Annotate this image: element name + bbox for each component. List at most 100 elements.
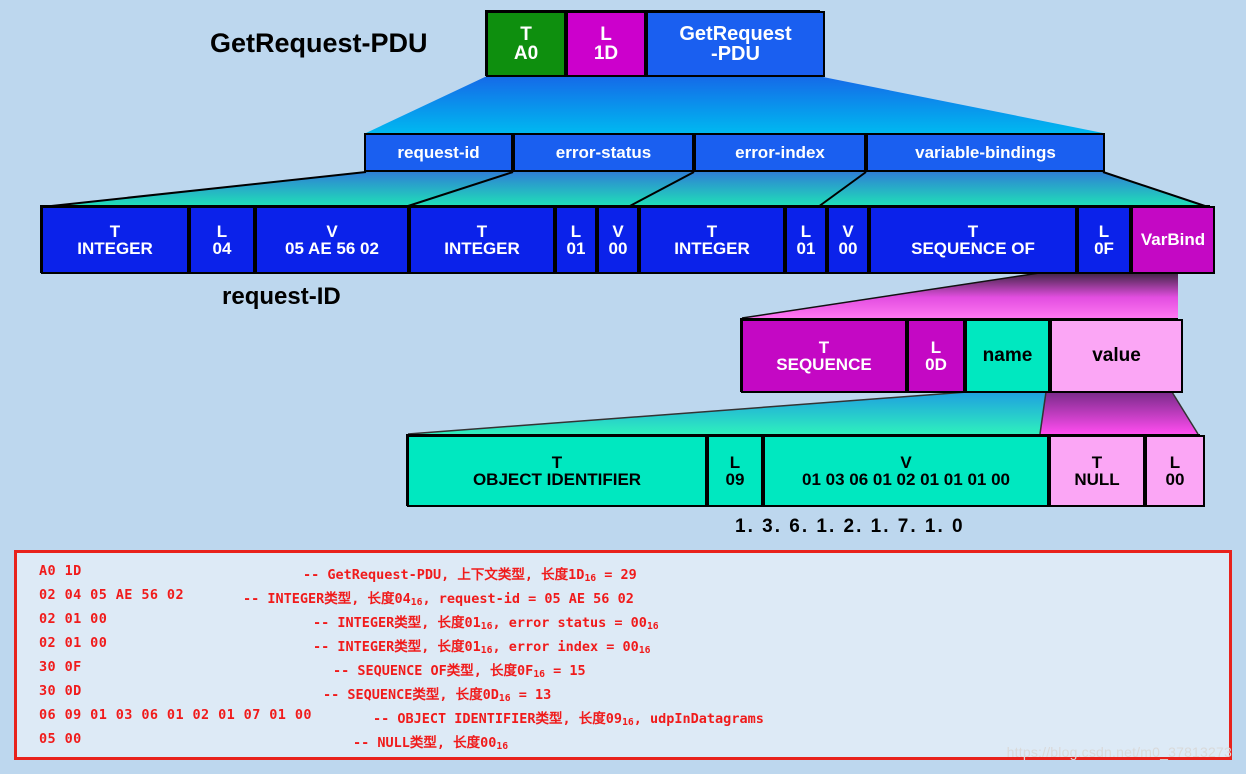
hex-decode-line: 30 0F -- SEQUENCE OF类型, 长度0F16 = 15 <box>17 659 1229 683</box>
cell-errindex-length[interactable]: L 01 <box>785 206 827 274</box>
cell-pdu-length[interactable]: L 1D <box>566 11 646 77</box>
cell-label-bottom: 05 AE 56 02 <box>285 239 379 258</box>
hex-comment: -- SEQUENCE类型, 长度0D16 = 13 <box>323 687 552 705</box>
hex-decode-line: 02 01 00 -- INTEGER类型, 长度0116, error stat… <box>17 611 1229 635</box>
cell-label-bottom: 0D <box>925 355 947 374</box>
cell-label-bottom: 0F <box>1094 239 1114 258</box>
connector-pdu-to-fields <box>366 76 1103 133</box>
diagram-canvas: GetRequest-PDU T A0 L 1D GetRequest -PDU… <box>0 0 1246 774</box>
cell-null-length[interactable]: L 00 <box>1145 435 1205 507</box>
cell-label-top: T <box>476 221 488 241</box>
cell-field-error-index[interactable]: error-index <box>694 133 866 172</box>
cell-varbindings-length[interactable]: L 0F <box>1077 206 1131 274</box>
connector-name-to-oid <box>408 392 1175 434</box>
cell-label-top: L <box>800 221 812 241</box>
cell-label-top: T <box>109 221 121 241</box>
cell-label-bottom: 04 <box>212 239 232 258</box>
cell-label-bottom: INTEGER <box>444 239 520 258</box>
hex-comment: -- INTEGER类型, 长度0116, error status = 001… <box>313 615 659 633</box>
cell-label-top: GetRequest <box>679 22 792 45</box>
cell-field-variable-bindings[interactable]: variable-bindings <box>866 133 1105 172</box>
cell-oid-tag[interactable]: T OBJECT IDENTIFIER <box>407 435 707 507</box>
hex-bytes: 30 0F <box>39 659 82 675</box>
cell-label-bottom: -PDU <box>711 43 760 65</box>
cell-label-bottom: 09 <box>725 470 745 489</box>
hex-bytes: 02 01 00 <box>39 635 108 651</box>
cell-label-bottom: 01 03 06 01 02 01 01 01 00 <box>802 470 1010 489</box>
connector-value-to-null <box>1040 392 1198 434</box>
connector-fields-to-tlv <box>42 172 1208 207</box>
cell-reqid-tag[interactable]: T INTEGER <box>41 206 189 274</box>
hex-comment: -- INTEGER类型, 长度0116, error index = 0016 <box>313 639 651 657</box>
hex-decode-line: 30 0D -- SEQUENCE类型, 长度0D16 = 13 <box>17 683 1229 707</box>
cell-pdu-tag[interactable]: T A0 <box>486 11 566 77</box>
hex-decode-line: 02 01 00 -- INTEGER类型, 长度0116, error inde… <box>17 635 1229 659</box>
cell-label: request-id <box>397 142 480 162</box>
hex-decode-line: 06 09 01 03 06 01 02 01 07 01 00 -- OBJEC… <box>17 707 1229 731</box>
cell-label-top: L <box>1098 221 1110 241</box>
cell-label-top: L <box>729 452 741 472</box>
hex-decode-line: A0 1D -- GetRequest-PDU, 上下文类型, 长度1D16 = … <box>17 563 1229 587</box>
cell-label-bottom: A0 <box>513 43 539 64</box>
cell-label-top: V <box>326 221 338 241</box>
hex-bytes: 02 04 05 AE 56 02 <box>39 587 184 603</box>
cell-label-top: L <box>600 23 612 45</box>
cell-varbind-value[interactable]: value <box>1050 319 1183 393</box>
label-request-id: request-ID <box>222 283 341 310</box>
hex-decode-line: 02 04 05 AE 56 02 -- INTEGER类型, 长度0416, r… <box>17 587 1229 611</box>
cell-label-bottom: value <box>1092 345 1141 367</box>
cell-label-bottom: 00 <box>608 239 628 258</box>
cell-label-top: T <box>551 452 563 472</box>
cell-label-bottom: INTEGER <box>674 239 750 258</box>
cell-label-top: T <box>520 23 532 45</box>
cell-oid-length[interactable]: L 09 <box>707 435 763 507</box>
cell-label-top: V <box>612 221 624 241</box>
cell-label-bottom: OBJECT IDENTIFIER <box>472 470 642 489</box>
cell-reqid-length[interactable]: L 04 <box>189 206 255 274</box>
cell-errstatus-tag[interactable]: T INTEGER <box>409 206 555 274</box>
cell-label-top: T <box>967 221 979 241</box>
cell-errstatus-value[interactable]: V 00 <box>597 206 639 274</box>
cell-label-top: L <box>570 221 582 241</box>
cell-label-bottom: name <box>982 345 1033 367</box>
hex-comment: -- NULL类型, 长度0016 <box>353 735 509 753</box>
cell-oid-value[interactable]: V 01 03 06 01 02 01 01 01 00 <box>763 435 1049 507</box>
hex-bytes: 06 09 01 03 06 01 02 01 07 01 00 <box>39 707 312 723</box>
cell-label-bottom: 1D <box>593 43 619 64</box>
row-pdu-header: T A0 L 1D GetRequest -PDU <box>485 10 825 77</box>
connector-varbind-to-sequence <box>742 272 1178 318</box>
cell-label-bottom: 01 <box>566 239 586 258</box>
hex-decode-panel: A0 1D -- GetRequest-PDU, 上下文类型, 长度1D16 = … <box>14 550 1232 760</box>
hex-bytes: 05 00 <box>39 731 82 747</box>
cell-varbind[interactable]: VarBind <box>1131 206 1215 274</box>
cell-null-tag[interactable]: T NULL <box>1049 435 1145 507</box>
cell-label: error-index <box>735 142 825 162</box>
hex-comment: -- INTEGER类型, 长度0416, request-id = 05 AE… <box>243 591 634 609</box>
page-title: GetRequest-PDU <box>210 28 428 58</box>
cell-label: error-status <box>555 142 652 162</box>
cell-errindex-value[interactable]: V 00 <box>827 206 869 274</box>
row-oid-null: T OBJECT IDENTIFIER L 09 V 01 03 06 01 0… <box>406 434 1205 507</box>
cell-label-top: L <box>930 337 942 357</box>
cell-varbind-tag[interactable]: T SEQUENCE <box>741 319 907 393</box>
cell-field-error-status[interactable]: error-status <box>513 133 694 172</box>
cell-errstatus-length[interactable]: L 01 <box>555 206 597 274</box>
cell-pdu-value[interactable]: GetRequest -PDU <box>646 11 825 77</box>
cell-label-bottom: SEQUENCE OF <box>911 239 1035 258</box>
row-tlv-sequence: T INTEGER L 04 V 05 AE 56 02 T INTEGER L… <box>40 205 1215 274</box>
row-pdu-fields: request-id error-status error-index vari… <box>364 133 1105 172</box>
connector-dividers <box>41 171 1209 208</box>
cell-varbindings-tag[interactable]: T SEQUENCE OF <box>869 206 1077 274</box>
hex-comment: -- OBJECT IDENTIFIER类型, 长度0916, udpInDat… <box>373 711 764 729</box>
cell-label-bottom: INTEGER <box>77 239 153 258</box>
hex-bytes: 30 0D <box>39 683 82 699</box>
hex-bytes: A0 1D <box>39 563 82 579</box>
cell-field-request-id[interactable]: request-id <box>364 133 513 172</box>
cell-label-top: V <box>842 221 854 241</box>
cell-errindex-tag[interactable]: T INTEGER <box>639 206 785 274</box>
cell-reqid-value[interactable]: V 05 AE 56 02 <box>255 206 409 274</box>
cell-varbind-name[interactable]: name <box>965 319 1050 393</box>
cell-label-bottom: 00 <box>838 239 858 258</box>
hex-bytes: 02 01 00 <box>39 611 108 627</box>
cell-varbind-length[interactable]: L 0D <box>907 319 965 393</box>
